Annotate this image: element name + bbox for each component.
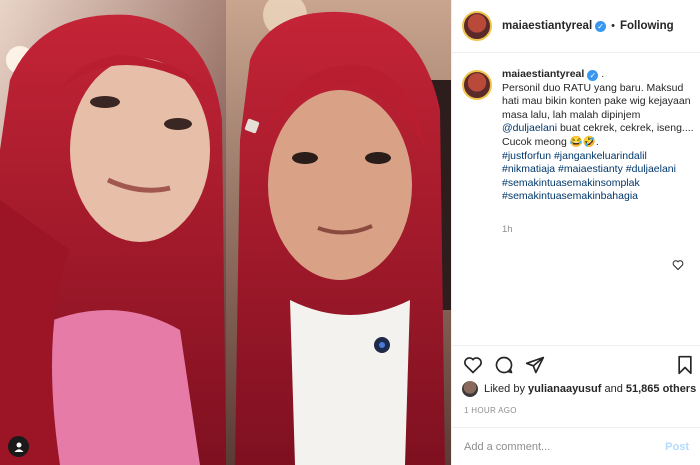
post-photo[interactable]	[0, 0, 451, 465]
caption: maiaestiantyreal ✓ . Personil duo RATU ya…	[462, 68, 694, 204]
liker-avatar[interactable]	[462, 381, 478, 397]
post-comment-button[interactable]: Post	[665, 441, 689, 453]
hashtag-link[interactable]: #nikmatiaja	[502, 163, 555, 175]
post-header: maiaestiantyreal ✓ • Following	[452, 0, 700, 53]
save-bookmark-icon[interactable]	[674, 354, 696, 376]
header-username[interactable]: maiaestiantyreal	[502, 20, 592, 32]
likes-count[interactable]: 51,865 others	[626, 383, 696, 395]
photo-illustration	[0, 0, 451, 465]
actions-row	[452, 345, 700, 385]
hashtag-link[interactable]: #duljaelani	[626, 163, 676, 175]
person-icon	[14, 442, 23, 452]
share-send-icon[interactable]	[524, 354, 546, 376]
liker-username[interactable]: yulianaayusuf	[528, 383, 601, 395]
caption-title-suffix: .	[601, 68, 605, 80]
caption-emojis: 😂🤣	[569, 135, 596, 148]
hashtag-link[interactable]: #maiaestianty	[558, 163, 623, 175]
mention-link[interactable]: @duljaelani	[502, 122, 557, 134]
hashtag-link[interactable]: #semakintuasemakinsomplak	[502, 177, 640, 189]
following-button[interactable]: Following	[620, 20, 674, 32]
like-heart-icon[interactable]	[462, 354, 484, 376]
user-tag-icon[interactable]	[8, 436, 29, 457]
caption-username[interactable]: maiaestiantyreal	[502, 68, 584, 80]
likes-prefix: Liked by	[484, 383, 525, 395]
likes-and: and	[604, 383, 623, 395]
caption-text: maiaestiantyreal ✓ . Personil duo RATU ya…	[502, 68, 694, 204]
verified-icon: ✓	[587, 70, 599, 81]
separator-dot: •	[611, 20, 615, 32]
comment-bubble-icon[interactable]	[493, 354, 515, 376]
posted-time[interactable]: 1 HOUR AGO	[464, 406, 517, 415]
avatar[interactable]	[462, 11, 492, 41]
caption-line3: .	[595, 135, 599, 148]
caption-line1: Personil duo RATU yang baru. Maksud hati…	[502, 81, 691, 121]
comment-like-heart-icon[interactable]	[672, 258, 684, 276]
post-details-panel: maiaestiantyreal ✓ • Following maiaestia…	[451, 0, 700, 465]
likes-summary: Liked by yulianaayusuf and 51,865 others	[462, 381, 696, 397]
hashtag-link[interactable]: #jangankeluarindalil	[554, 150, 647, 162]
comment-input[interactable]	[464, 440, 666, 453]
comment-box: Post	[452, 427, 700, 465]
hashtag-link[interactable]: #semakintuasemakinbahagia	[502, 190, 638, 202]
verified-icon: ✓	[595, 20, 607, 32]
caption-avatar[interactable]	[462, 70, 492, 100]
hashtag-link[interactable]: #justforfun	[502, 150, 551, 162]
caption-timestamp[interactable]: 1h	[502, 224, 513, 235]
